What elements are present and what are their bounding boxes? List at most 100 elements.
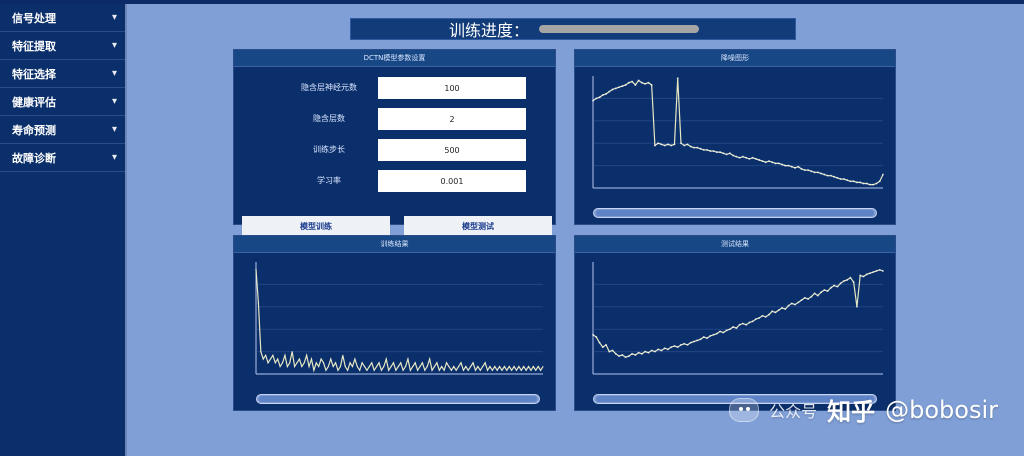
data-point [595,336,598,339]
sidebar-item-feature-selection[interactable]: 特征选择 ▾ [0,60,125,88]
field-label: 学习率 [317,176,341,185]
data-point [366,369,368,371]
data-point [794,166,797,169]
data-point [267,362,269,364]
data-point [839,178,842,181]
data-point [310,358,313,360]
sidebar-item-life-prediction[interactable]: 寿命预测 ▾ [0,116,125,144]
data-point [637,351,640,354]
data-point [621,85,624,88]
data-point [640,352,643,355]
steps-input[interactable] [378,139,526,161]
data-point [754,157,757,160]
data-point [712,333,715,336]
data-point [777,309,780,312]
sidebar-item-label: 特征提取 [12,39,56,53]
data-point [598,96,601,99]
data-point [318,365,320,368]
train-button[interactable]: 模型训练 [242,216,390,236]
sidebar-item-signal-processing[interactable]: 信号处理 ▾ [0,4,125,32]
data-point [689,145,692,148]
neurons-input[interactable] [378,77,526,99]
scrollbar-thumb[interactable] [259,396,537,402]
sidebar-item-fault-diagnosis[interactable]: 故障诊断 ▾ [0,144,125,172]
data-point [702,148,705,151]
sidebar-item-health-assessment[interactable]: 健康评估 ▾ [0,88,125,116]
data-point [823,173,826,176]
data-point [758,317,761,319]
data-point [337,369,339,371]
data-point [390,365,392,368]
chart-scrollbar[interactable] [593,208,877,218]
data-point [378,362,380,364]
data-point [686,143,689,146]
data-point [409,369,412,371]
data-point [816,294,819,297]
data-point [618,355,621,358]
panel-title: 测试结果 [575,236,895,253]
data-point [797,301,800,304]
data-point [637,79,640,82]
chart-area [575,252,895,410]
layers-input[interactable] [378,108,526,130]
progress-fill [539,25,700,33]
data-point [722,331,725,334]
data-point [407,358,409,360]
data-point [774,311,777,314]
data-point [618,86,621,89]
data-point [513,365,515,368]
data-point [849,276,852,279]
data-point [761,314,764,317]
data-point [784,164,787,167]
data-point [686,343,689,346]
data-point [296,362,298,364]
data-point [303,362,305,364]
data-point [754,318,757,321]
data-point [262,358,264,360]
data-point [482,365,484,368]
progress-bar [539,25,700,33]
data-point [767,313,770,316]
data-point [416,369,419,371]
data-point [666,143,669,146]
test-button[interactable]: 模型测试 [404,216,552,236]
data-point [614,87,617,90]
data-point [530,369,532,371]
data-point [361,362,363,364]
data-point [647,81,650,84]
data-point [683,342,686,345]
data-point [679,142,682,145]
data-point [719,330,722,333]
data-point [807,169,810,172]
data-point [441,365,443,368]
data-point [457,365,460,368]
data-point [833,175,836,178]
data-point [816,171,819,174]
data-point [689,341,692,344]
data-point [777,162,780,165]
data-point [679,343,682,346]
scrollbar-thumb[interactable] [596,210,874,216]
field-row-steps: 训练步长 [234,139,555,161]
series-line [592,78,884,186]
sidebar-item-label: 健康评估 [12,95,56,109]
data-point [520,369,522,371]
data-point [872,271,875,274]
data-point [868,272,871,275]
data-point [810,295,813,298]
sidebar-item-feature-extraction[interactable]: 特征提取 ▾ [0,32,125,60]
data-point [462,369,465,371]
data-point [351,365,354,368]
sidebar-item-label: 信号处理 [12,11,56,25]
data-point [359,369,361,371]
data-point [725,329,728,332]
data-point [878,268,881,271]
data-point [392,362,395,364]
learning-rate-input[interactable] [378,170,526,192]
data-point [305,354,308,357]
field-row-layers: 隐含层数 [234,108,555,130]
data-point [595,97,598,100]
chart-scrollbar[interactable] [256,394,540,404]
data-point [371,362,373,364]
data-point [741,322,744,325]
